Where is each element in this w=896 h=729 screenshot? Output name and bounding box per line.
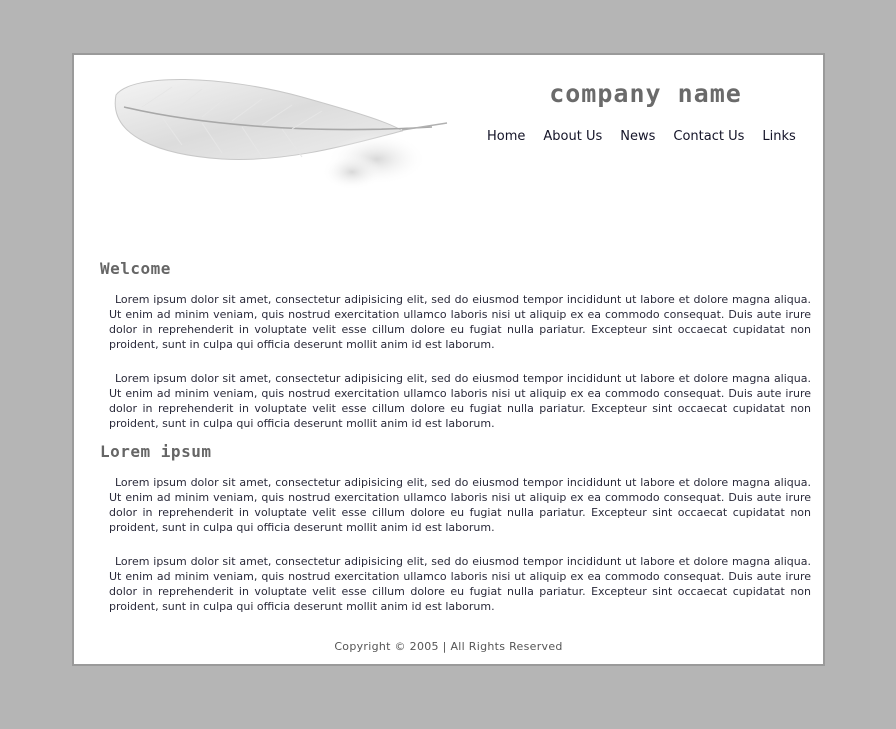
feather-icon bbox=[114, 78, 448, 190]
nav-item-news[interactable]: News bbox=[620, 129, 655, 144]
section-title-welcome: Welcome bbox=[100, 259, 171, 278]
nav-item-home[interactable]: Home bbox=[487, 129, 525, 144]
nav-item-contact-us[interactable]: Contact Us bbox=[673, 129, 744, 144]
paragraph: Lorem ipsum dolor sit amet, consectetur … bbox=[109, 293, 811, 351]
page-container: company name Home About Us News Contact … bbox=[72, 53, 825, 666]
nav-item-about-us[interactable]: About Us bbox=[543, 129, 602, 144]
section-title-lorem-ipsum: Lorem ipsum bbox=[100, 442, 212, 461]
footer-copyright: Copyright © 2005 | All Rights Reserved bbox=[334, 640, 563, 653]
paragraph: Lorem ipsum dolor sit amet, consectetur … bbox=[109, 372, 811, 430]
main-nav: Home About Us News Contact Us Links bbox=[487, 129, 814, 144]
paragraph: Lorem ipsum dolor sit amet, consectetur … bbox=[109, 555, 811, 613]
paragraph: Lorem ipsum dolor sit amet, consectetur … bbox=[109, 476, 811, 534]
company-name: company name bbox=[549, 79, 742, 108]
nav-item-links[interactable]: Links bbox=[762, 129, 795, 144]
